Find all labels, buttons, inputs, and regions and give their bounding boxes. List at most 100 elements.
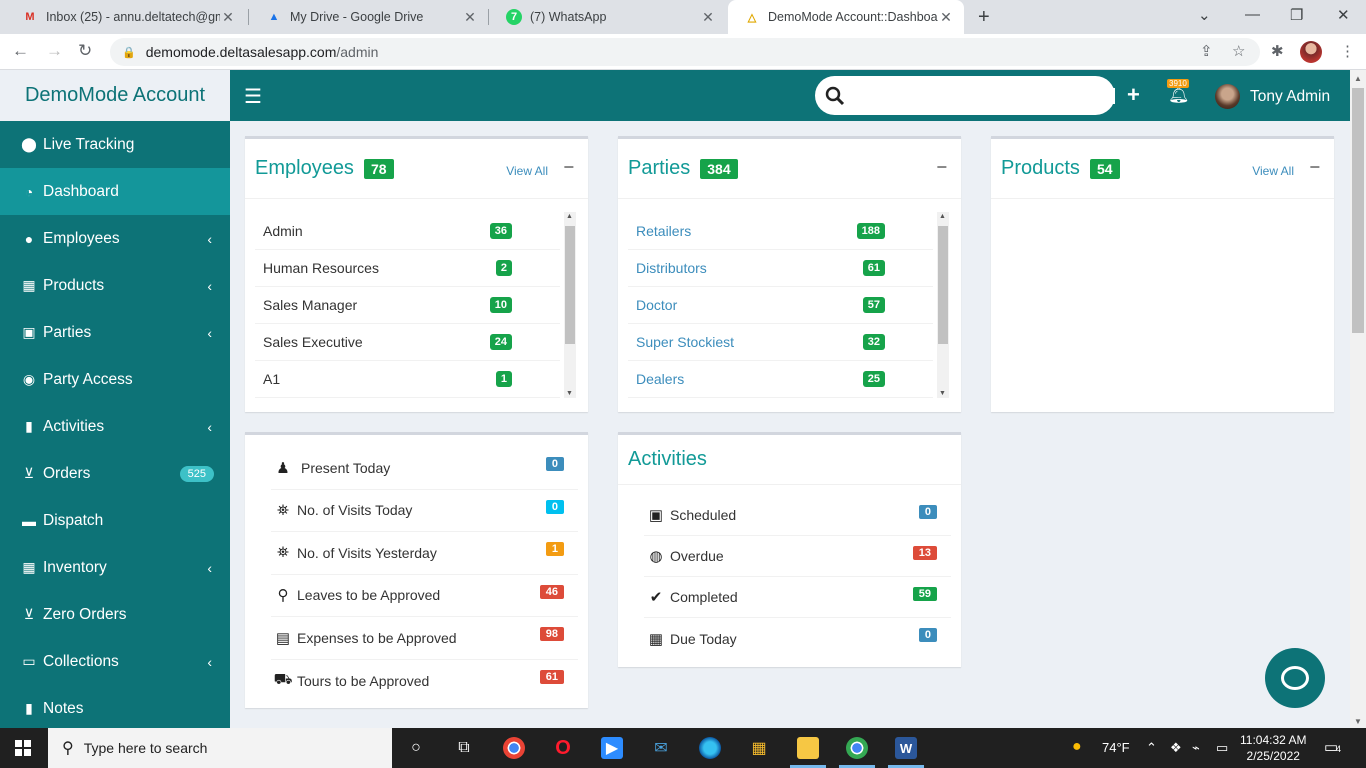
status-badge: 1 xyxy=(545,542,564,556)
task-view-icon[interactable]: ⧉ xyxy=(453,737,475,759)
file-explorer-icon[interactable] xyxy=(797,737,819,759)
user-menu[interactable]: Tony Admin xyxy=(1215,84,1330,109)
sidebar-item-activities[interactable]: ▮ Activities ‹ xyxy=(0,403,230,450)
maximize-button[interactable]: ❐ xyxy=(1290,6,1303,24)
list-item[interactable]: Human Resources 2 xyxy=(255,250,560,287)
tab-dashboard[interactable]: △ DemoMode Account::Dashboard ✕ xyxy=(728,0,964,34)
sidebar-item-party-access[interactable]: ◉ Party Access xyxy=(0,356,230,403)
sidebar-item-parties[interactable]: ▣ Parties ‹ xyxy=(0,309,230,356)
tab-whatsapp[interactable]: 7 (7) WhatsApp ✕ xyxy=(490,0,726,34)
store-icon[interactable]: ▦ xyxy=(748,737,770,759)
sidebar-item-inventory[interactable]: ▦ Inventory ‹ xyxy=(0,544,230,591)
opera-icon[interactable]: O xyxy=(552,737,574,759)
word-icon[interactable]: W xyxy=(895,737,917,759)
products-view-all-link[interactable]: View All xyxy=(1252,164,1294,178)
close-tab-icon[interactable]: ✕ xyxy=(938,9,954,26)
edge-icon[interactable] xyxy=(699,737,721,759)
bell-icon[interactable]: 🔔︎ xyxy=(1168,85,1190,105)
close-window-button[interactable]: ✕ xyxy=(1337,6,1350,24)
scroll-down-icon[interactable]: ▼ xyxy=(1354,717,1362,726)
collapse-icon[interactable]: − xyxy=(1309,157,1320,178)
activity-scheduled[interactable]: ▣ Scheduled 0 xyxy=(644,495,951,536)
sidebar-item-dispatch[interactable]: ▬ Dispatch xyxy=(0,497,230,544)
browser-menu-icon[interactable]: ⋮ xyxy=(1340,42,1355,60)
tab-search-icon[interactable]: ⌄ xyxy=(1198,6,1211,24)
sidebar-item-collections[interactable]: ▭ Collections ‹ xyxy=(0,638,230,685)
search-input[interactable] xyxy=(851,87,1115,104)
minimize-button[interactable]: — xyxy=(1245,6,1260,23)
list-item[interactable]: A1 1 xyxy=(255,361,560,398)
employees-view-all-link[interactable]: View All xyxy=(506,164,548,178)
stat-visits-today[interactable]: ⛯ No. of Visits Today 0 xyxy=(271,490,578,532)
mail-icon[interactable]: ✉ xyxy=(650,737,672,759)
sidebar-item-notes[interactable]: ▮ Notes xyxy=(0,685,230,728)
system-clock[interactable]: 11:04:32 AM 2/25/2022 xyxy=(1240,732,1307,764)
reload-icon[interactable]: ↻ xyxy=(78,41,92,61)
page-scrollbar[interactable]: ▲ ▼ xyxy=(1350,70,1366,728)
scroll-up-icon[interactable]: ▲ xyxy=(1354,74,1362,83)
zoom-icon[interactable]: ▶ xyxy=(601,737,623,759)
stat-leaves-to-approve[interactable]: ⚲ Leaves to be Approved 46 xyxy=(271,575,578,617)
network-icon[interactable]: ⌁ xyxy=(1192,740,1200,756)
sidebar-item-employees[interactable]: ● Employees ‹ xyxy=(0,215,230,262)
activity-due-today[interactable]: ▦ Due Today 0 xyxy=(644,618,951,659)
tray-chevron-up-icon[interactable]: ⌃ xyxy=(1146,740,1157,756)
battery-icon[interactable]: ▭ xyxy=(1216,740,1228,756)
add-button[interactable]: + xyxy=(1127,82,1140,108)
tab-drive[interactable]: ▲ My Drive - Google Drive ✕ xyxy=(250,0,488,34)
sidebar-item-live-tracking[interactable]: ⬤ Live Tracking xyxy=(0,121,230,168)
truck-icon: ▬ xyxy=(22,512,36,529)
url-field[interactable]: 🔒 demomode.deltasalesapp.com/admin xyxy=(110,38,1260,66)
list-item[interactable]: Admin 36 xyxy=(255,213,560,250)
stat-present-today[interactable]: ♟ Present Today 0 xyxy=(271,447,578,490)
extensions-icon[interactable]: ✱ xyxy=(1271,42,1284,60)
stat-expenses-to-approve[interactable]: ▤ Expenses to be Approved 98 xyxy=(271,617,578,660)
list-item[interactable]: Dealers 25 xyxy=(628,361,933,398)
grid-icon: ▦ xyxy=(22,277,36,293)
close-tab-icon[interactable]: ✕ xyxy=(700,9,716,26)
activity-overdue[interactable]: ◍ Overdue 13 xyxy=(644,536,951,577)
parties-scrollbar[interactable]: ▲ ▼ xyxy=(937,212,949,398)
bookmark-star-icon[interactable]: ☆ xyxy=(1232,42,1245,60)
list-item[interactable]: Super Stockiest 32 xyxy=(628,324,933,361)
share-icon[interactable]: ⇪ xyxy=(1200,42,1213,60)
back-icon[interactable]: ← xyxy=(12,41,29,61)
tab-gmail[interactable]: M Inbox (25) - annu.deltatech@gma ✕ xyxy=(6,0,246,34)
cart-icon: ⊻ xyxy=(23,465,35,481)
cortana-icon[interactable]: ○ xyxy=(405,737,427,759)
employees-scrollbar[interactable]: ▲ ▼ xyxy=(564,212,576,398)
windows-start-icon[interactable] xyxy=(15,740,31,756)
stat-visits-yesterday[interactable]: ⛯ No. of Visits Yesterday 1 xyxy=(271,532,578,575)
profile-avatar[interactable] xyxy=(1300,41,1322,63)
list-item[interactable]: Sales Manager 10 xyxy=(255,287,560,324)
chevron-left-icon: ‹ xyxy=(207,653,212,670)
brand-title[interactable]: DemoMode Account xyxy=(0,70,230,121)
sidebar-item-products[interactable]: ▦ Products ‹ xyxy=(0,262,230,309)
taskbar-search[interactable]: ⚲ Type here to search xyxy=(48,728,392,768)
chrome-active-icon[interactable] xyxy=(846,737,868,759)
close-tab-icon[interactable]: ✕ xyxy=(462,9,478,26)
chrome-icon[interactable] xyxy=(503,737,525,759)
hamburger-menu-icon[interactable]: ☰ xyxy=(244,84,262,109)
forward-icon[interactable]: → xyxy=(46,41,63,61)
stat-tours-to-approve[interactable]: ⛟ Tours to be Approved 61 xyxy=(271,660,578,703)
status-badge: 0 xyxy=(918,628,937,642)
visits-icon: ⛯ xyxy=(276,544,289,562)
sidebar-item-zero-orders[interactable]: ⊻ Zero Orders xyxy=(0,591,230,638)
dropbox-icon[interactable]: ❖ xyxy=(1170,740,1182,756)
activity-completed[interactable]: ✔ Completed 59 xyxy=(644,577,951,618)
list-item[interactable]: Sales Executive 24 xyxy=(255,324,560,361)
scrollbar-thumb[interactable] xyxy=(1352,88,1364,333)
weather-temp[interactable]: 74°F xyxy=(1102,740,1130,755)
collapse-icon[interactable]: − xyxy=(936,157,947,178)
list-item[interactable]: Doctor 57 xyxy=(628,287,933,324)
new-tab-button[interactable]: + xyxy=(978,6,990,29)
sidebar-item-orders[interactable]: ⊻ Orders 525 xyxy=(0,450,230,497)
list-item[interactable]: Retailers 188 xyxy=(628,213,933,250)
list-item[interactable]: Distributors 61 xyxy=(628,250,933,287)
collapse-icon[interactable]: − xyxy=(563,157,574,178)
sidebar-item-dashboard[interactable]: ◔ Dashboard xyxy=(0,168,230,215)
close-tab-icon[interactable]: ✕ xyxy=(220,9,236,26)
chat-button[interactable] xyxy=(1265,648,1325,708)
weather-sun-icon[interactable]: ● xyxy=(1072,738,1082,756)
